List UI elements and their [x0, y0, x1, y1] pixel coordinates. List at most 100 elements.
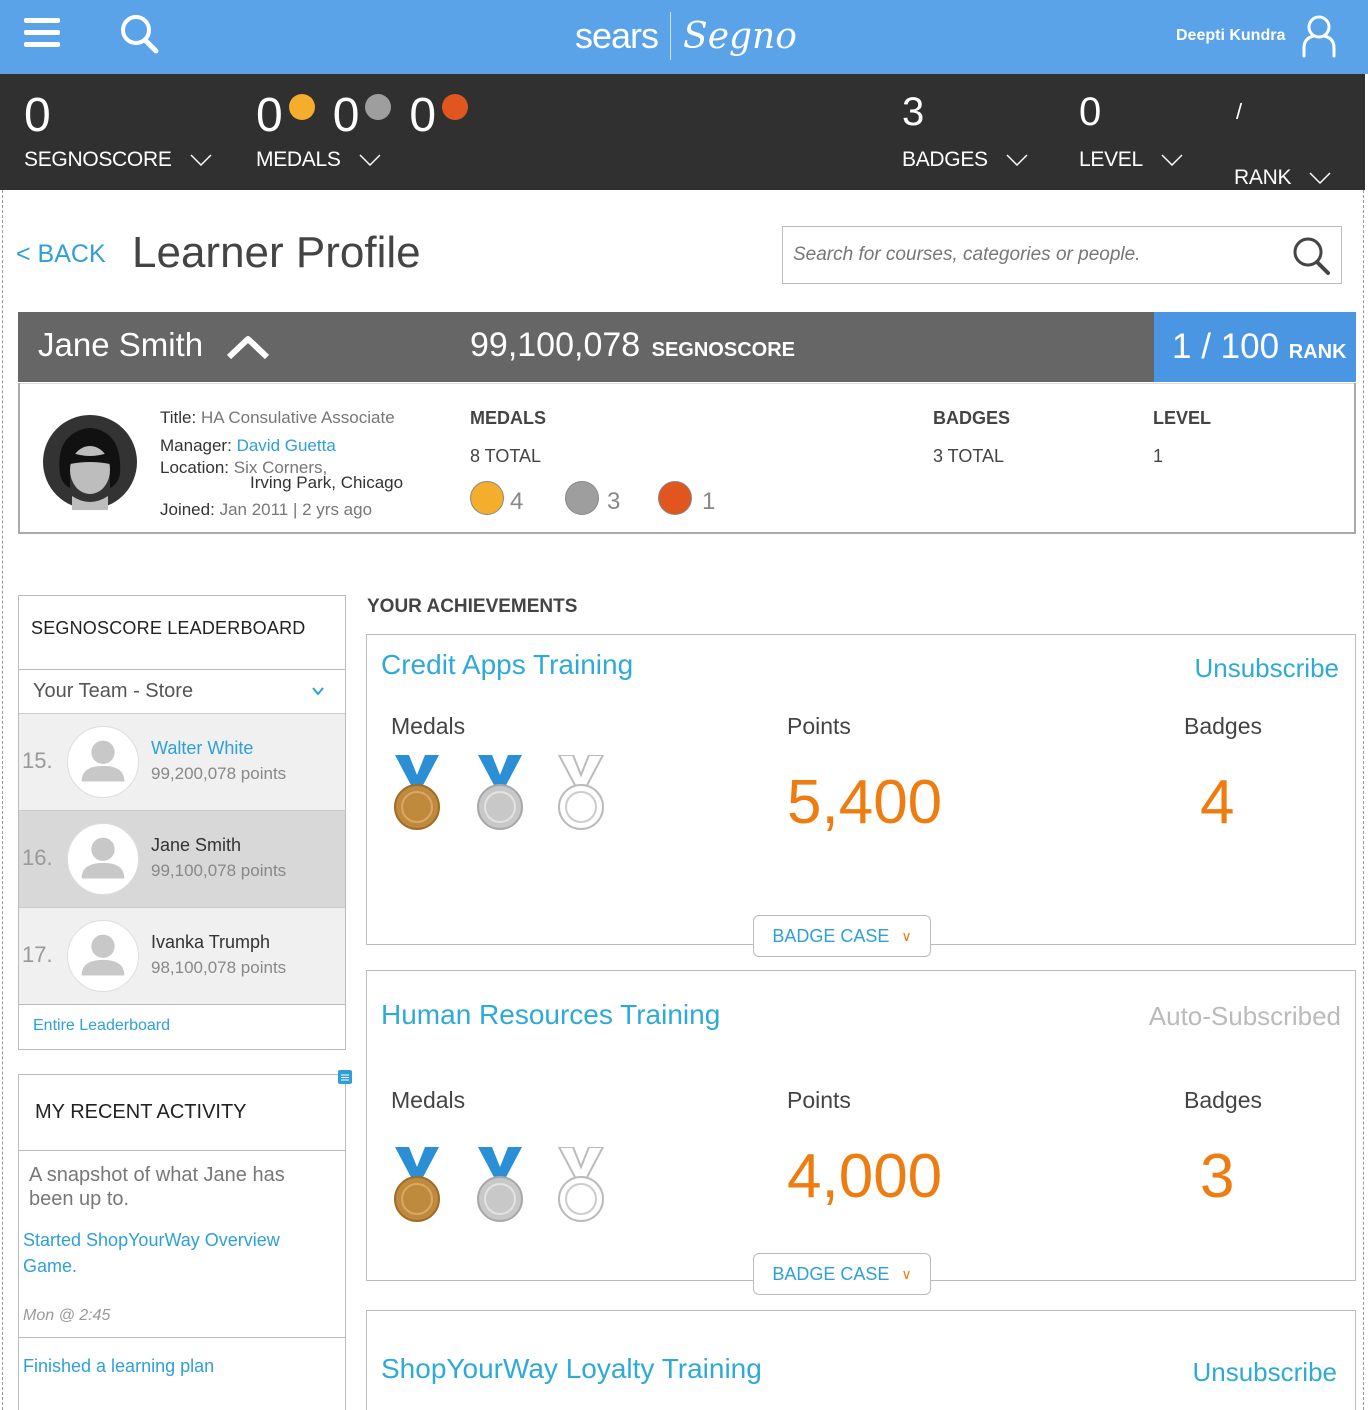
entire-leaderboard-link[interactable]: Entire Leaderboard — [33, 1017, 170, 1035]
level-value: 1 — [1153, 446, 1164, 466]
chevron-down-icon[interactable] — [1006, 154, 1028, 166]
logo[interactable]: sears Segno — [575, 10, 797, 62]
badge-case-label: BADGE CASE — [772, 1263, 890, 1284]
profile-manager: Manager: David Guetta — [160, 436, 336, 456]
leaderboard-card: SEGNOSCORE LEADERBOARD Your Team - Store… — [18, 595, 346, 1050]
list-icon[interactable] — [338, 1070, 352, 1084]
empty-medal-icon — [557, 755, 605, 830]
unsubscribe-link[interactable]: Unsubscribe — [1192, 1357, 1337, 1388]
chevron-down-icon[interactable] — [190, 154, 212, 166]
activity-item-link[interactable]: Finished a learning plan — [23, 1353, 283, 1379]
leaderboard-points: 99,200,078 points — [151, 764, 287, 783]
stat-segnoscore[interactable]: 0 SEGNOSCORE — [24, 88, 212, 172]
points-label: Points — [787, 713, 851, 739]
badge-case-button[interactable]: BADGE CASE ∨ — [753, 1253, 931, 1295]
activity-title: MY RECENT ACTIVITY — [35, 1101, 247, 1123]
bronze-medal-total: 1 — [702, 488, 716, 515]
profile-bar: Jane Smith 99,100,078 SEGNOSCORE 1 / 100… — [18, 312, 1356, 382]
avatar — [67, 823, 139, 895]
badges-value: 3 — [1200, 1142, 1235, 1211]
gold-medal-total: 4 — [510, 488, 524, 515]
divider — [19, 1337, 345, 1338]
avatar — [67, 920, 139, 992]
points-value: 5,400 — [787, 768, 943, 837]
unsubscribe-link[interactable]: Unsubscribe — [1194, 653, 1339, 684]
chevron-down-icon[interactable] — [1309, 172, 1331, 184]
search-box — [782, 226, 1342, 284]
bronze-medal-icon — [394, 755, 440, 830]
leaderboard-points: 98,100,078 points — [151, 958, 287, 977]
leaderboard-row[interactable]: 15. Walter White 99,200,078 points — [19, 713, 345, 810]
menu-icon[interactable] — [24, 18, 60, 50]
profile-score-label: SEGNOSCORE — [651, 339, 795, 361]
profile-rank-label: RANK — [1288, 341, 1347, 363]
chevron-down-icon[interactable] — [359, 154, 381, 166]
stat-badges[interactable]: 3 BADGES — [902, 84, 1028, 172]
search-icon[interactable] — [1291, 235, 1331, 275]
gold-dot-icon — [288, 94, 315, 120]
badges-value: 4 — [1200, 768, 1235, 837]
profile-score-value: 99,100,078 — [470, 326, 641, 364]
stat-rank[interactable]: / RANK — [1234, 84, 1331, 190]
manager-link[interactable]: David Guetta — [237, 436, 336, 455]
location-label: Location: — [160, 458, 229, 477]
activity-description: A snapshot of what Jane has been up to. — [29, 1164, 285, 1210]
badges-label: BADGES — [902, 148, 988, 171]
chevron-down-icon[interactable] — [1161, 154, 1183, 166]
chevron-down-icon[interactable] — [311, 686, 325, 696]
course-title[interactable]: ShopYourWay Loyalty Training — [381, 1353, 762, 1385]
course-title[interactable]: Human Resources Training — [381, 999, 720, 1031]
joined-label: Joined: — [160, 500, 215, 519]
badges-value: 3 — [902, 90, 925, 134]
divider — [19, 669, 345, 670]
achievement-card: Human Resources Training Auto-Subscribed… — [366, 970, 1356, 1295]
search-input[interactable] — [783, 227, 1273, 283]
chevron-down-icon: ∨ — [901, 927, 912, 944]
stat-level[interactable]: 0 LEVEL — [1079, 84, 1183, 172]
bronze-medal-count: 0 — [409, 89, 437, 142]
level-label: LEVEL — [1079, 148, 1143, 171]
medals-label: Medals — [391, 1087, 466, 1113]
medals-values: 000 — [256, 88, 469, 144]
segnoscore-value: 0 — [24, 89, 51, 142]
silver-medal-total: 3 — [607, 488, 621, 515]
location-value-2: Irving Park, Chicago — [250, 473, 404, 492]
divider — [19, 1150, 345, 1151]
achievement-card: Credit Apps Training Unsubscribe Medals … — [366, 634, 1356, 957]
back-link[interactable]: < BACK — [16, 240, 106, 269]
profile-joined: Joined: Jan 2011 | 2 yrs ago — [160, 500, 372, 520]
medals-total: 8 TOTAL — [470, 446, 542, 466]
search-icon[interactable] — [118, 12, 160, 54]
leaderboard-filter[interactable]: Your Team - Store — [33, 680, 193, 703]
badge-case-label: BADGE CASE — [772, 925, 890, 946]
rank-label: RANK — [1234, 166, 1292, 189]
course-title[interactable]: Credit Apps Training — [381, 649, 633, 681]
chevron-up-icon[interactable] — [226, 334, 270, 360]
stat-medals[interactable]: 000 MEDALS — [256, 88, 469, 172]
profile-rank: 1 / 100 RANK — [1154, 312, 1356, 382]
level-heading: LEVEL — [1153, 408, 1212, 428]
silver-medal-icon — [477, 755, 523, 830]
recent-activity-card: MY RECENT ACTIVITY A snapshot of what Ja… — [18, 1074, 346, 1410]
silver-medal-icon — [565, 481, 599, 515]
leaderboard-name[interactable]: Walter White — [151, 738, 253, 759]
leaderboard-row[interactable]: 17. Ivanka Trumph 98,100,078 points — [19, 907, 345, 1004]
badge-case-button[interactable]: BADGE CASE ∨ — [753, 915, 931, 957]
activity-item-link[interactable]: Started ShopYourWay Overview Game. — [23, 1227, 283, 1279]
achievements-heading: YOUR ACHIEVEMENTS — [367, 596, 578, 617]
user-name[interactable]: Deepti Kundra — [1176, 27, 1285, 45]
bronze-dot-icon — [442, 94, 469, 120]
segnoscore-label: SEGNOSCORE — [24, 148, 172, 171]
leaderboard-title: SEGNOSCORE LEADERBOARD — [31, 618, 306, 638]
silver-medal-icon — [477, 1147, 523, 1222]
rank-value: / — [1236, 99, 1243, 124]
gold-medal-icon — [470, 481, 504, 515]
logo-divider — [670, 12, 672, 60]
chevron-down-icon: ∨ — [901, 1265, 912, 1282]
medals-label: MEDALS — [256, 148, 341, 171]
title-label: Title: — [160, 408, 197, 427]
top-bar: sears Segno Deepti Kundra — [0, 0, 1368, 74]
divider — [19, 1004, 345, 1005]
user-icon[interactable] — [1300, 14, 1338, 58]
leaderboard-row-current-user[interactable]: 16. Jane Smith 99,100,078 points — [19, 810, 345, 907]
